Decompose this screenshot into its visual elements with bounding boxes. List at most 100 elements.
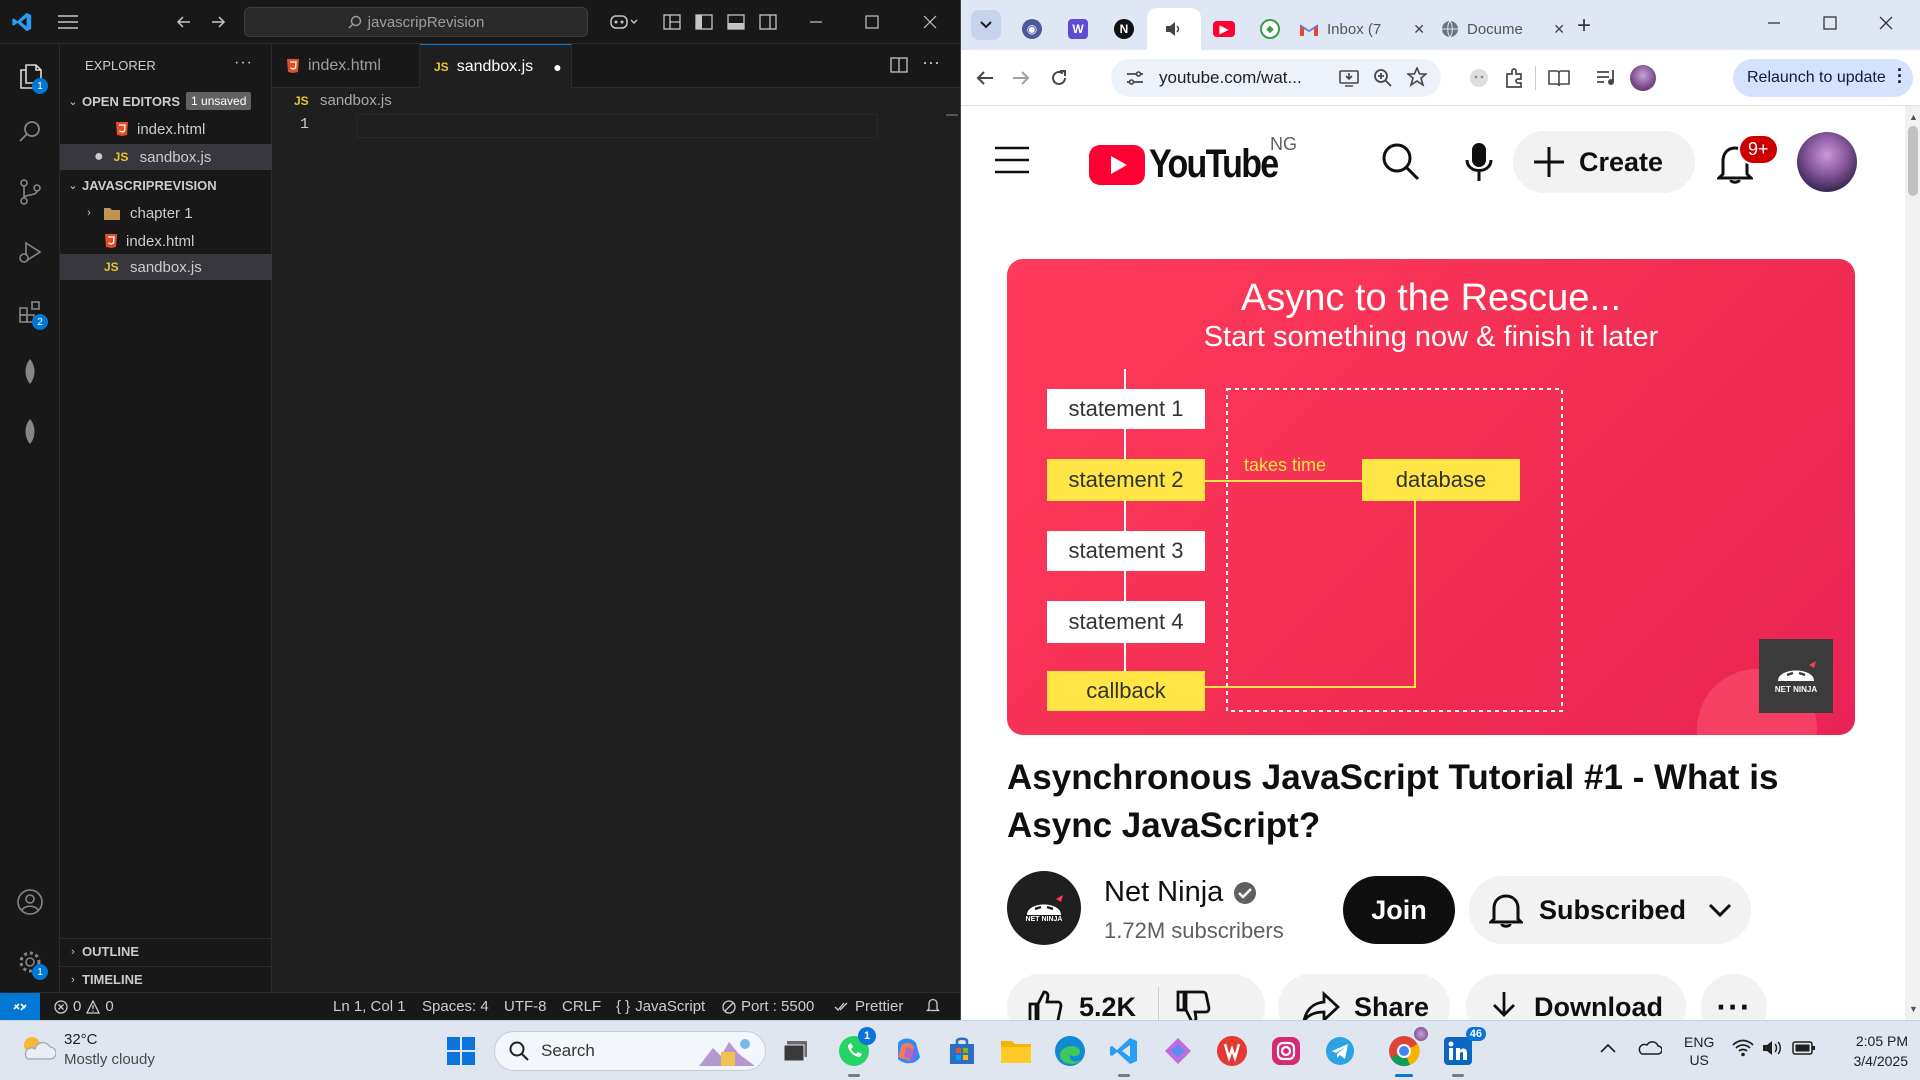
breadcrumb-file[interactable]: sandbox.js bbox=[320, 92, 392, 109]
address-bar[interactable]: youtube.com/wat... bbox=[1111, 59, 1441, 97]
indentation[interactable]: Spaces: 4 bbox=[422, 998, 489, 1015]
scrollbar-thumb[interactable] bbox=[1908, 126, 1918, 196]
back-icon[interactable] bbox=[172, 10, 196, 34]
task-view-icon[interactable] bbox=[776, 1031, 816, 1071]
notifications-bell-icon[interactable] bbox=[926, 998, 940, 1013]
thumbs-up-icon[interactable] bbox=[1027, 989, 1063, 1020]
relaunch-to-update-button[interactable]: Relaunch to update · · · bbox=[1733, 59, 1913, 97]
gemini-icon[interactable] bbox=[1158, 1031, 1198, 1071]
copilot-icon[interactable] bbox=[888, 1031, 928, 1071]
wps-office-icon[interactable] bbox=[1212, 1031, 1252, 1071]
battery-icon[interactable] bbox=[1792, 1040, 1816, 1056]
run-debug-icon[interactable] bbox=[10, 232, 50, 272]
chrome-taskbar-icon[interactable] bbox=[1384, 1027, 1428, 1077]
user-avatar[interactable] bbox=[1797, 132, 1857, 192]
download-button[interactable]: Download bbox=[1466, 974, 1686, 1020]
channel-avatar[interactable]: NET NINJA bbox=[1007, 871, 1081, 945]
weather-temperature[interactable]: 32°C bbox=[64, 1031, 98, 1048]
explorer-icon[interactable]: 1 bbox=[10, 56, 50, 96]
toggle-sidebar-icon[interactable] bbox=[692, 10, 716, 34]
taskbar-search-box[interactable]: Search bbox=[494, 1031, 766, 1071]
microsoft-store-icon[interactable] bbox=[942, 1031, 982, 1071]
linkedin-icon[interactable]: 46 bbox=[1438, 1027, 1486, 1077]
maximize-icon[interactable] bbox=[1823, 16, 1837, 30]
video-player[interactable]: Async to the Rescue... Start something n… bbox=[1007, 259, 1855, 735]
show-hidden-icons-chevron-up-icon[interactable] bbox=[1600, 1043, 1616, 1053]
vscode-taskbar-icon[interactable] bbox=[1104, 1031, 1144, 1077]
settings-gear-icon[interactable]: 1 bbox=[10, 942, 50, 982]
tab-index-html[interactable]: index.html bbox=[272, 44, 420, 88]
browser-tab[interactable]: ◆ bbox=[1247, 8, 1293, 50]
wifi-icon[interactable] bbox=[1732, 1039, 1754, 1057]
zoom-icon[interactable] bbox=[1373, 68, 1393, 88]
menu-icon[interactable] bbox=[56, 10, 80, 34]
instagram-icon[interactable] bbox=[1266, 1031, 1306, 1071]
bookmark-star-icon[interactable] bbox=[1407, 67, 1427, 87]
project-header[interactable]: ⌄ JAVASCRIPREVISION bbox=[60, 172, 272, 198]
open-editor-item-active[interactable]: ● JS sandbox.js bbox=[60, 144, 272, 170]
mongodb-leaf-icon[interactable] bbox=[10, 352, 50, 392]
onedrive-cloud-icon[interactable] bbox=[1638, 1039, 1662, 1055]
close-tab-icon[interactable]: ✕ bbox=[1553, 21, 1565, 38]
source-control-icon[interactable] bbox=[10, 172, 50, 212]
join-button[interactable]: Join bbox=[1343, 876, 1455, 944]
volume-icon[interactable] bbox=[1762, 1039, 1784, 1057]
kebab-menu-icon[interactable]: · · · bbox=[1897, 61, 1903, 91]
extensions-puzzle-icon[interactable] bbox=[1501, 64, 1529, 92]
share-button[interactable]: Share bbox=[1278, 974, 1450, 1020]
youtube-logo[interactable]: YouTube bbox=[1089, 142, 1300, 187]
line-ending[interactable]: CRLF bbox=[562, 998, 601, 1015]
reload-icon[interactable] bbox=[1045, 64, 1073, 92]
page-scrollbar[interactable]: ▲ ▼ bbox=[1905, 106, 1920, 1020]
extensions-icon[interactable]: 2 bbox=[10, 292, 50, 332]
file-explorer-icon[interactable] bbox=[996, 1031, 1036, 1071]
toggle-secondary-sidebar-icon[interactable] bbox=[756, 10, 780, 34]
tree-item-folder[interactable]: › chapter 1 bbox=[60, 200, 272, 226]
open-editors-header[interactable]: ⌄ OPEN EDITORS 1 unsaved bbox=[60, 88, 272, 114]
search-icon[interactable] bbox=[1381, 142, 1421, 182]
encoding[interactable]: UTF-8 bbox=[504, 998, 547, 1015]
telegram-icon[interactable] bbox=[1320, 1031, 1360, 1071]
reading-mode-icon[interactable] bbox=[1545, 64, 1573, 92]
profile-avatar[interactable] bbox=[1629, 64, 1657, 92]
timeline-header[interactable]: › TIMELINE bbox=[60, 966, 272, 992]
editor-more-icon[interactable]: ··· bbox=[922, 52, 940, 73]
extension-face-icon[interactable] bbox=[1465, 64, 1493, 92]
channel-name-row[interactable]: Net Ninja bbox=[1104, 876, 1257, 909]
media-controls-icon[interactable] bbox=[1593, 64, 1621, 92]
browser-tab[interactable]: N bbox=[1101, 8, 1147, 50]
more-actions-icon[interactable]: ··· bbox=[234, 54, 253, 72]
weather-cloud-icon[interactable] bbox=[20, 1033, 56, 1063]
copilot-icon[interactable] bbox=[606, 10, 642, 34]
minimize-icon[interactable] bbox=[1767, 16, 1781, 30]
forward-arrow-icon[interactable] bbox=[1007, 64, 1035, 92]
problems-status[interactable]: 0 0 bbox=[54, 998, 114, 1015]
remote-icon[interactable] bbox=[0, 993, 40, 1021]
new-tab-icon[interactable]: + bbox=[1577, 12, 1591, 40]
split-editor-icon[interactable] bbox=[890, 57, 908, 73]
microphone-icon[interactable] bbox=[1465, 142, 1493, 182]
prettier-status[interactable]: Prettier bbox=[834, 998, 903, 1015]
account-icon[interactable] bbox=[10, 882, 50, 922]
mongodb-leaf-icon-2[interactable] bbox=[10, 412, 50, 452]
tree-item-file-selected[interactable]: JS sandbox.js bbox=[60, 254, 272, 280]
search-icon[interactable] bbox=[10, 112, 50, 152]
back-arrow-icon[interactable] bbox=[971, 64, 999, 92]
unsaved-dot-icon[interactable]: ● bbox=[553, 59, 561, 75]
scroll-down-icon[interactable]: ▼ bbox=[1909, 1004, 1918, 1014]
create-button[interactable]: Create bbox=[1513, 131, 1695, 193]
browser-tab-document[interactable]: Docume ✕ bbox=[1433, 8, 1573, 50]
toggle-panel-icon[interactable] bbox=[724, 10, 748, 34]
close-icon[interactable] bbox=[1879, 16, 1893, 30]
browser-tab[interactable]: ◉ bbox=[1009, 8, 1055, 50]
outline-header[interactable]: › OUTLINE bbox=[60, 938, 272, 964]
language-indicator[interactable]: ENG US bbox=[1684, 1033, 1714, 1069]
forward-icon[interactable] bbox=[206, 10, 230, 34]
language-mode[interactable]: { } JavaScript bbox=[616, 998, 705, 1015]
browser-tab-gmail[interactable]: Inbox (7 ✕ bbox=[1293, 8, 1433, 50]
site-info-icon[interactable] bbox=[1125, 68, 1145, 88]
hamburger-menu-icon[interactable] bbox=[995, 146, 1029, 174]
thumbs-down-icon[interactable] bbox=[1175, 989, 1211, 1020]
live-server-port[interactable]: Port : 5500 bbox=[722, 998, 814, 1015]
open-editor-item[interactable]: index.html bbox=[60, 116, 272, 142]
